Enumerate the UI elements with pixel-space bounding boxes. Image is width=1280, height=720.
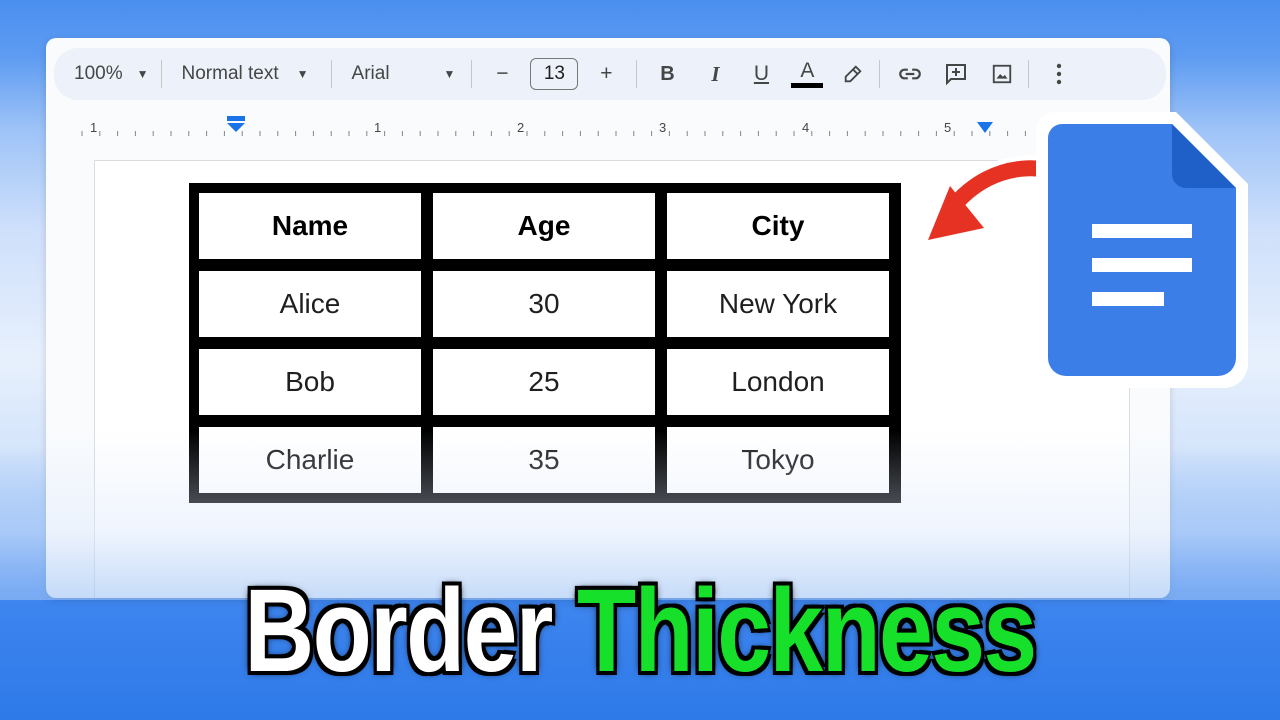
ruler-number: 5: [944, 120, 952, 135]
font-family-value: Arial: [351, 63, 390, 84]
text-color-swatch: [791, 82, 824, 88]
font-family-select[interactable]: Arial ▼: [352, 48, 456, 100]
chevron-down-icon: ▼: [136, 67, 149, 81]
decrease-font-size-button[interactable]: −: [484, 56, 520, 92]
ruler-number: 1: [374, 120, 382, 135]
insert-image-icon[interactable]: [984, 56, 1020, 92]
ruler-number: 4: [802, 120, 810, 135]
ruler-number: 3: [659, 120, 667, 135]
left-indent-marker-icon[interactable]: [226, 116, 246, 132]
zoom-value: 100%: [74, 63, 123, 84]
table-cell[interactable]: 30: [433, 271, 655, 337]
more-options-icon[interactable]: [1041, 56, 1077, 92]
highlight-color-icon[interactable]: [835, 56, 871, 92]
table-header-cell[interactable]: Age: [433, 193, 655, 259]
paragraph-style-value: Normal text: [181, 63, 279, 84]
table[interactable]: Name Age City Alice 30 New York Bob 25 L…: [189, 183, 901, 503]
paragraph-style-select[interactable]: Normal text ▼: [182, 48, 309, 100]
link-icon[interactable]: [892, 56, 928, 92]
chevron-down-icon: ▼: [443, 67, 456, 81]
underline-button[interactable]: U: [743, 56, 779, 92]
title-word-thickness: Thickness: [575, 563, 1038, 699]
table-cell[interactable]: 35: [433, 427, 655, 493]
toolbar-divider: [330, 60, 332, 88]
table-cell[interactable]: 25: [433, 349, 655, 415]
ruler-number: 1: [90, 120, 98, 135]
horizontal-ruler[interactable]: 1 1 2 3 4 5: [46, 112, 1170, 142]
zoom-select[interactable]: 100% ▼: [74, 48, 149, 100]
table-cell[interactable]: London: [667, 349, 889, 415]
ruler-ticks: [81, 131, 1044, 136]
title-word-border: Border: [243, 563, 555, 699]
font-size-input[interactable]: 13: [530, 58, 579, 90]
toolbar-divider: [160, 60, 162, 88]
google-docs-logo-icon: [1036, 112, 1248, 388]
text-color-icon: A: [800, 58, 815, 82]
toolbar-divider: [471, 60, 473, 88]
add-comment-icon[interactable]: [938, 56, 974, 92]
ruler-number: 2: [517, 120, 525, 135]
chevron-down-icon: ▼: [296, 67, 309, 81]
table-cell[interactable]: New York: [667, 271, 889, 337]
italic-button[interactable]: I: [697, 56, 733, 92]
right-indent-marker-icon[interactable]: [976, 122, 994, 134]
toolbar-divider: [636, 60, 638, 88]
table-cell[interactable]: Alice: [199, 271, 421, 337]
table-cell[interactable]: Charlie: [199, 427, 421, 493]
toolbar-divider: [1028, 60, 1030, 88]
table-header-cell[interactable]: City: [667, 193, 889, 259]
toolbar: 100% ▼ Normal text ▼ Arial ▼ − 13 + B I …: [54, 48, 1166, 100]
increase-font-size-button[interactable]: +: [588, 56, 624, 92]
text-color-button[interactable]: A: [789, 56, 825, 92]
toolbar-divider: [879, 60, 881, 88]
table-header-cell[interactable]: Name: [199, 193, 421, 259]
table-cell[interactable]: Tokyo: [667, 427, 889, 493]
thumbnail-title: Border Thickness: [115, 556, 1165, 706]
bold-button[interactable]: B: [649, 56, 685, 92]
table-cell[interactable]: Bob: [199, 349, 421, 415]
